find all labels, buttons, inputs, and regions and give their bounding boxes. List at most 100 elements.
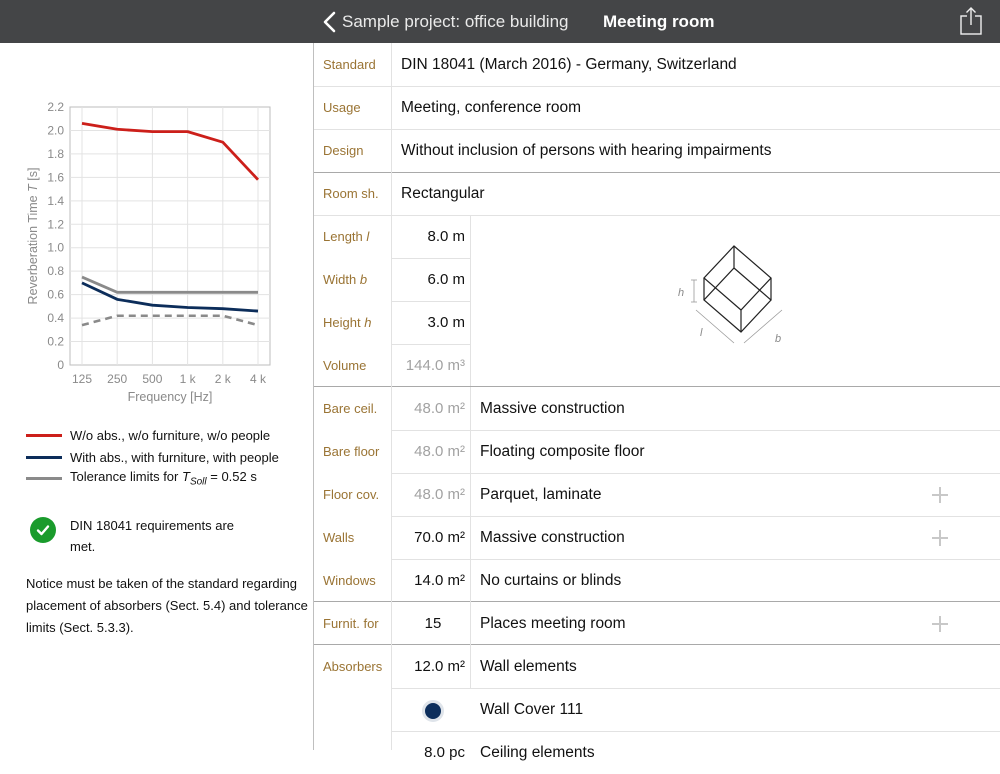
separator	[391, 731, 1000, 732]
walls-desc[interactable]: Massive construction	[480, 516, 625, 559]
status-text: DIN 18041 requirements are met.	[70, 518, 235, 554]
length-value[interactable]: 8.0 m	[391, 215, 465, 258]
length-row[interactable]: Length l 8.0 m	[314, 215, 1000, 258]
floor-cover-row[interactable]: Floor cov. 48.0 m² Parquet, laminate	[314, 473, 1000, 516]
walls-row[interactable]: Walls 70.0 m² Massive construction	[314, 516, 1000, 559]
separator	[391, 258, 470, 259]
column-divider	[470, 387, 471, 645]
field-label: Absorbers	[323, 659, 383, 674]
separator	[314, 386, 1000, 387]
y-axis-label: Reverberation Time T [s]	[26, 168, 40, 305]
furniture-count[interactable]: 15	[396, 602, 470, 645]
bare-floor-desc[interactable]: Floating composite floor	[480, 430, 645, 473]
y-tick-label: 1.4	[47, 194, 64, 208]
floor-cover-desc[interactable]: Parquet, laminate	[480, 473, 602, 516]
legend-swatch-gray	[26, 477, 62, 481]
series-line-2	[81, 275, 258, 294]
windows-desc[interactable]: No curtains or blinds	[480, 559, 621, 602]
ceiling-elements-row[interactable]: 8.0 pc Ceiling elements	[314, 731, 1000, 774]
field-label: Furnit. for	[323, 616, 379, 631]
chevron-left-icon	[323, 11, 336, 32]
dim-b: b	[775, 333, 781, 345]
volume-value: 144.0 m³	[405, 357, 465, 374]
y-tick-label: 0.6	[47, 288, 64, 302]
absorber-radio-selected[interactable]	[422, 700, 444, 722]
y-tick-label: 0.2	[47, 335, 64, 349]
field-label: Width b	[323, 272, 368, 287]
separator	[391, 559, 1000, 560]
series-line-0	[81, 122, 260, 181]
separator	[391, 430, 1000, 431]
x-tick-label: 1 k	[180, 372, 197, 386]
furniture-desc[interactable]: Places meeting room	[480, 602, 626, 645]
floor-cover-area: 48.0 m²	[414, 486, 465, 503]
bare-ceiling-area: 48.0 m²	[414, 400, 465, 417]
separator	[314, 129, 1000, 130]
width-value[interactable]: 6.0 m	[391, 258, 465, 301]
x-axis-label: Frequency [Hz]	[128, 390, 213, 404]
y-tick-label: 1.0	[47, 241, 64, 255]
standard-row[interactable]: Standard DIN 18041 (March 2016) - German…	[314, 43, 1000, 86]
back-button[interactable]: Sample project: office building	[322, 0, 569, 43]
absorbers-row[interactable]: Absorbers 12.0 m² Wall elements	[314, 645, 1000, 688]
furniture-row[interactable]: Furnit. for 15 Places meeting room	[314, 602, 1000, 645]
notice-text: Notice must be taken of the standard reg…	[26, 576, 308, 635]
field-label: Length l	[323, 229, 370, 244]
absorber-product-row[interactable]: Wall Cover 111	[314, 688, 1000, 731]
usage-value[interactable]: Meeting, conference room	[401, 86, 581, 129]
y-tick-label: 0	[57, 358, 64, 372]
windows-row[interactable]: Windows 14.0 m² No curtains or blinds	[314, 559, 1000, 602]
field-label: Usage	[323, 100, 361, 115]
y-tick-label: 1.8	[47, 147, 64, 161]
bare-floor-row[interactable]: Bare floor 48.0 m² Floating composite fl…	[314, 430, 1000, 473]
legend-label: Tolerance limits for TSoll = 0.52 s	[70, 469, 257, 489]
room-shape-value[interactable]: Rectangular	[401, 172, 485, 215]
volume-row: Volume 144.0 m³	[314, 344, 1000, 387]
absorbers-desc[interactable]: Wall elements	[480, 645, 577, 688]
field-label: Bare floor	[323, 444, 380, 459]
share-icon[interactable]	[958, 6, 984, 36]
width-row[interactable]: Width b 6.0 m	[314, 258, 1000, 301]
ceiling-elements-count[interactable]: 8.0 pc	[391, 731, 465, 774]
absorber-product[interactable]: Wall Cover 111	[480, 688, 583, 731]
y-tick-label: 1.2	[47, 217, 64, 231]
design-value[interactable]: Without inclusion of persons with hearin…	[401, 129, 771, 172]
back-label: Sample project: office building	[342, 11, 569, 31]
room-box-diagram: h l b	[678, 245, 783, 345]
x-tick-label: 500	[142, 372, 162, 386]
field-label: Bare ceil.	[323, 401, 378, 416]
separator	[391, 688, 1000, 689]
field-label: Windows	[323, 573, 376, 588]
field-label: Room sh.	[323, 186, 379, 201]
separator	[314, 644, 1000, 645]
add-furniture-icon[interactable]	[931, 615, 949, 633]
checkmark-icon	[30, 517, 56, 543]
dim-l: l	[700, 327, 703, 339]
x-tick-label: 125	[72, 372, 92, 386]
add-walls-icon[interactable]	[931, 529, 949, 547]
usage-row[interactable]: Usage Meeting, conference room	[314, 86, 1000, 129]
room-shape-row[interactable]: Room sh. Rectangular	[314, 172, 1000, 215]
add-floor-cover-icon[interactable]	[931, 486, 949, 504]
height-value[interactable]: 3.0 m	[391, 301, 465, 344]
ceiling-elements-desc[interactable]: Ceiling elements	[480, 731, 595, 774]
separator	[314, 601, 1000, 602]
separator	[391, 473, 1000, 474]
bare-ceiling-desc[interactable]: Massive construction	[480, 387, 625, 430]
field-label: Walls	[323, 530, 355, 545]
height-row[interactable]: Height h 3.0 m	[314, 301, 1000, 344]
walls-area[interactable]: 70.0 m²	[391, 516, 465, 559]
windows-area[interactable]: 14.0 m²	[391, 559, 465, 602]
x-tick-label: 2 k	[215, 372, 232, 386]
design-row[interactable]: Design Without inclusion of persons with…	[314, 129, 1000, 172]
field-label: Design	[323, 143, 364, 158]
bare-ceiling-row[interactable]: Bare ceil. 48.0 m² Massive construction	[314, 387, 1000, 430]
standard-value[interactable]: DIN 18041 (March 2016) - Germany, Switze…	[401, 43, 737, 86]
separator	[314, 172, 1000, 173]
chart-legend: W/o abs., w/o furniture, w/o people With…	[26, 425, 311, 490]
column-divider	[470, 215, 471, 386]
absorbers-area[interactable]: 12.0 m²	[391, 645, 465, 688]
field-label: Standard	[323, 57, 376, 72]
room-form: Standard DIN 18041 (March 2016) - German…	[314, 43, 1000, 761]
y-tick-label: 0.8	[47, 264, 64, 278]
